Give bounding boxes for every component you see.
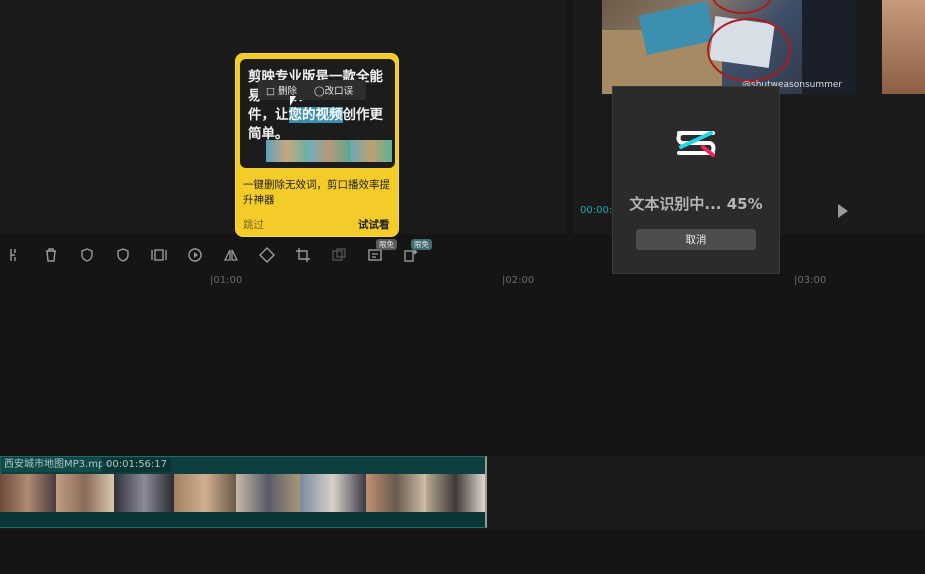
clip-name: 西安城市地图MP3.mp4	[0, 458, 115, 472]
preview-fix-item: ◯改口误	[314, 86, 354, 97]
shield-icon[interactable]	[115, 247, 131, 263]
preview-context-menu: □ 删除 ◯改口误	[258, 80, 366, 100]
recognition-progress-label: 文本识别中... 45%	[629, 195, 763, 213]
mouse-cursor	[290, 96, 296, 106]
cancel-button[interactable]: 取消	[636, 229, 756, 250]
timeline-toolbar	[0, 240, 440, 270]
ai-shield-icon[interactable]	[79, 247, 95, 263]
feature-description: 一键删除无效词，剪口播效率提升神器	[243, 179, 390, 206]
bulb-icon: ◯	[314, 86, 325, 97]
replace-icon	[331, 247, 347, 263]
preview-thumbnail-strip	[266, 140, 392, 162]
limited-free-badge: 限免	[376, 239, 397, 250]
try-it-button[interactable]: 试试看	[358, 217, 390, 232]
ruler-tick-label: |03:00	[794, 275, 827, 286]
skip-button[interactable]: 跳过	[243, 217, 264, 232]
ruler-tick-label: |02:00	[502, 275, 535, 286]
clip-duration: 00:01:56:17	[102, 458, 172, 472]
capcut-logo-icon	[673, 127, 719, 159]
video-preview: @shutweasonsummer	[602, 0, 856, 94]
clip-thumbnails	[0, 474, 485, 512]
video-preview-side	[882, 0, 925, 94]
trash-icon: □	[266, 86, 275, 97]
freeze-frame-icon[interactable]	[151, 247, 167, 263]
preview-delete-item: □ 删除	[266, 86, 298, 97]
rotate-icon[interactable]	[259, 247, 275, 263]
clip-audio-waveform	[0, 512, 485, 527]
crop-icon[interactable]	[295, 247, 311, 263]
mirror-icon[interactable]	[223, 247, 239, 263]
player-current-time: 00:00:	[580, 205, 613, 216]
ruler-tick-label: |01:00	[210, 275, 243, 286]
reverse-play-icon[interactable]	[187, 247, 203, 263]
timeline-ruler[interactable]	[0, 270, 925, 290]
delete-icon[interactable]	[43, 247, 59, 263]
play-icon[interactable]	[838, 204, 848, 218]
split-icon[interactable]	[8, 247, 24, 263]
limited-free-badge: 限免	[411, 239, 432, 250]
